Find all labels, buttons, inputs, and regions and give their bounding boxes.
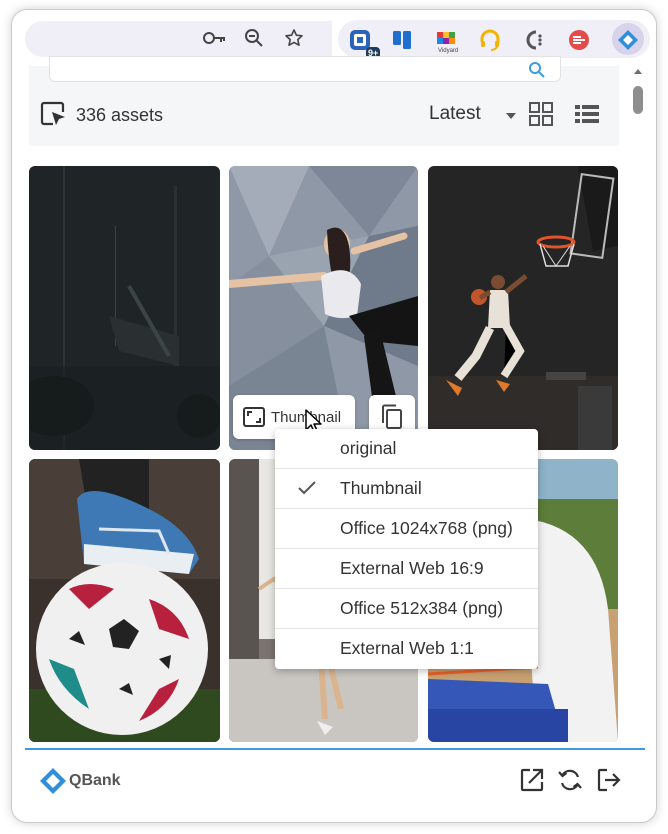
logout-icon[interactable] — [596, 767, 622, 793]
qbank-extension-icon[interactable] — [614, 26, 642, 54]
assets-header: 336 assets Latest — [29, 56, 619, 146]
menu-item-label: original — [340, 438, 397, 458]
clarity-extension-icon[interactable] — [520, 26, 548, 54]
open-external-icon[interactable] — [519, 767, 545, 793]
menu-item-label: Thumbnail — [340, 478, 422, 498]
menu-item-office-1024[interactable]: Office 1024x768 (png) — [275, 509, 538, 549]
logo-text: QBank — [69, 772, 121, 789]
sort-dropdown[interactable]: Latest — [429, 103, 481, 125]
extension-window: 9+ Vidyard 336 assets Latest original Th… — [11, 9, 657, 823]
grid-view-icon[interactable] — [528, 101, 554, 127]
menu-item-thumbnail[interactable]: Thumbnail — [275, 469, 538, 509]
bookmark-star-icon[interactable] — [281, 25, 307, 51]
asset-tile-gym[interactable] — [29, 166, 220, 450]
checkmark-icon — [298, 481, 316, 495]
menu-item-external-web-1-1[interactable]: External Web 1:1 — [275, 629, 538, 669]
menu-item-label: Office 1024x768 (png) — [340, 518, 513, 538]
menu-item-label: Office 512x384 (png) — [340, 598, 504, 618]
select-assets-icon[interactable] — [39, 100, 67, 128]
zoom-out-icon[interactable] — [241, 25, 267, 51]
trello-extension-icon[interactable] — [388, 26, 416, 54]
size-dropdown-menu: original Thumbnail Office 1024x768 (png)… — [275, 429, 538, 669]
headset-extension-icon[interactable] — [476, 26, 504, 54]
key-icon[interactable] — [202, 25, 228, 51]
assets-count: 336 assets — [76, 105, 164, 125]
search-input[interactable] — [49, 56, 561, 82]
asset-tile-soccer[interactable] — [29, 459, 220, 742]
qbank-logo-icon — [40, 768, 66, 794]
scrollbar-thumb[interactable] — [633, 86, 643, 114]
refresh-icon[interactable] — [557, 767, 583, 793]
expand-icon — [243, 407, 265, 427]
scroll-up-icon[interactable] — [632, 65, 644, 77]
menu-item-original[interactable]: original — [275, 429, 538, 469]
search-icon[interactable] — [528, 61, 546, 79]
menu-item-office-512[interactable]: Office 512x384 (png) — [275, 589, 538, 629]
chevron-down-icon[interactable] — [505, 112, 517, 120]
menu-item-label: External Web 1:1 — [340, 638, 474, 658]
menu-item-label: External Web 16:9 — [340, 558, 484, 578]
asset-tile-basketball[interactable] — [428, 166, 618, 450]
todoist-extension-icon[interactable] — [565, 26, 593, 54]
vidyard-label: Vidyard — [438, 48, 459, 54]
footer-divider — [25, 748, 645, 750]
list-view-icon[interactable] — [574, 102, 600, 126]
copy-icon — [382, 404, 402, 429]
menu-item-external-web-16-9[interactable]: External Web 16:9 — [275, 549, 538, 589]
